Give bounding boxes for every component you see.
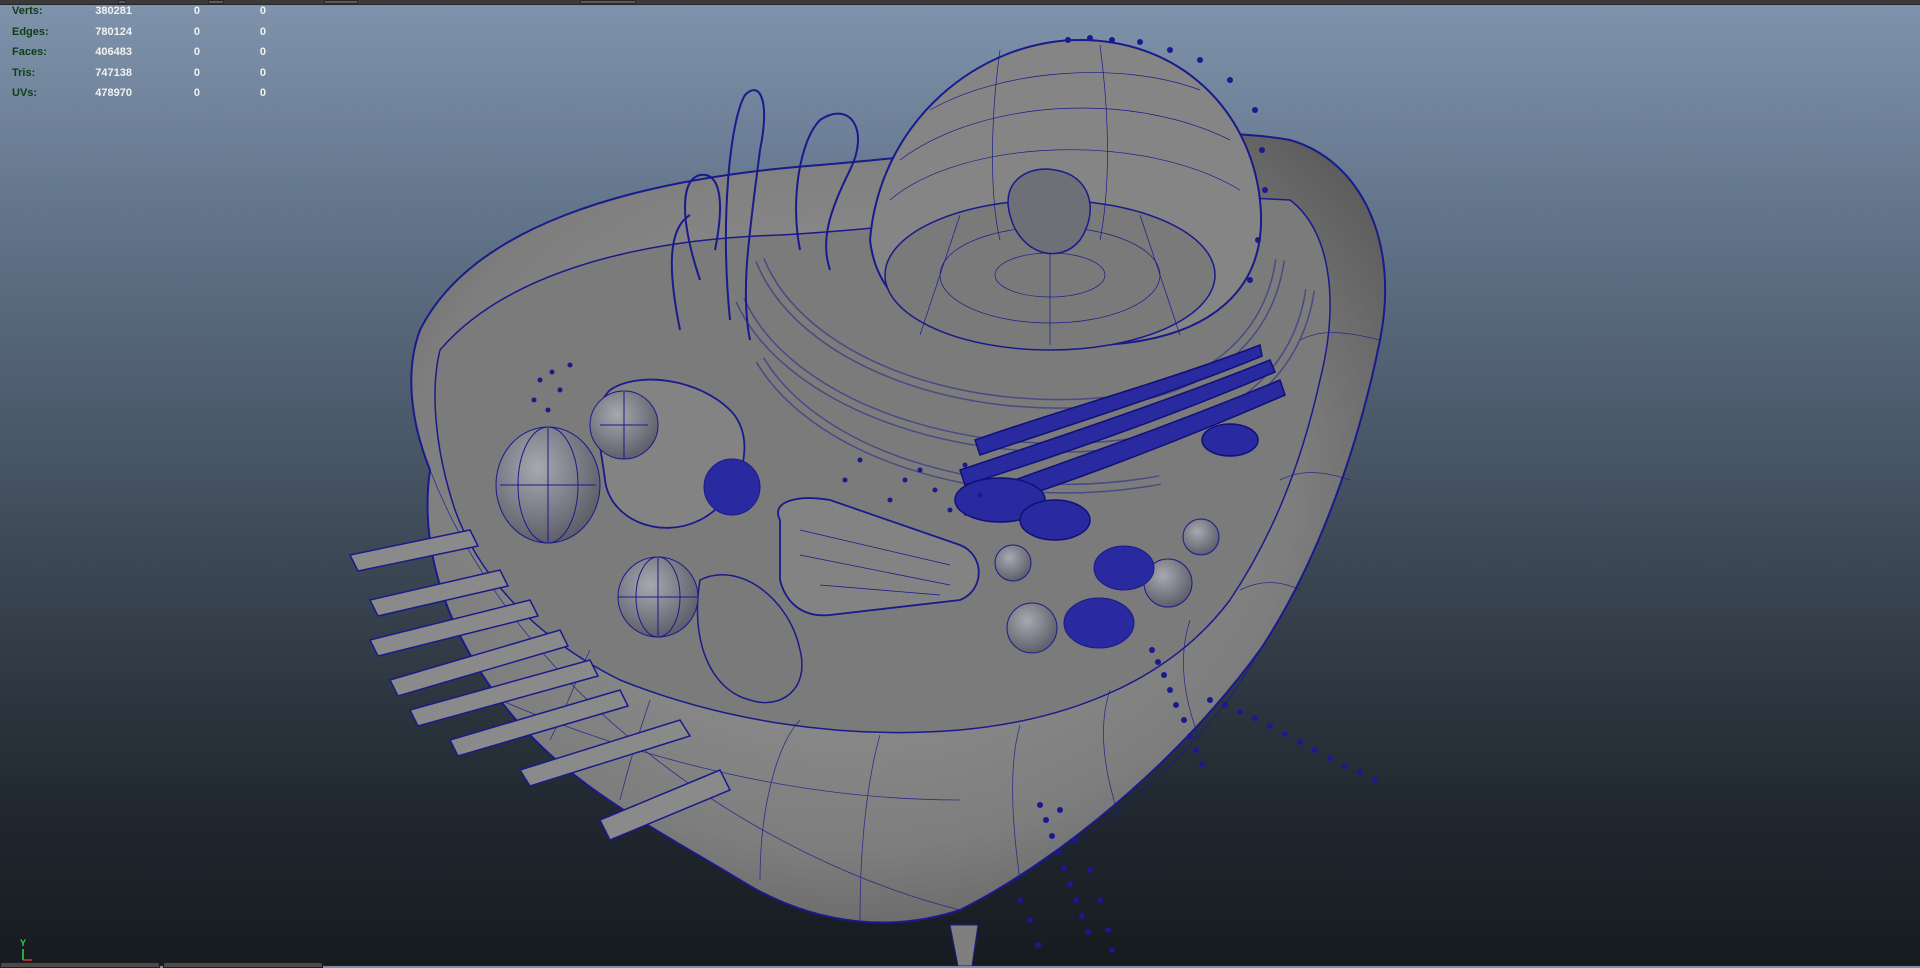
hud-value-total: 380281 (95, 5, 132, 17)
hud-value-selected: 0 (193, 5, 200, 17)
hud-value-selected: 0 (193, 46, 200, 58)
hud-row-edges: Edges: 780124 0 0 (0, 25, 280, 46)
3d-viewport[interactable] (0, 0, 1920, 966)
hud-value-extra: 0 (259, 25, 266, 38)
hud-label: Tris: (12, 66, 36, 79)
hud-label: Verts: (12, 5, 43, 17)
hud-row-verts: Verts: 380281 0 0 (0, 4, 280, 25)
axis-gizmo-icon: Y (20, 938, 32, 961)
hud-value-total: 780124 (95, 25, 132, 38)
hud-row-tris: Tris: 747138 0 0 (0, 66, 280, 87)
cell-stalk (949, 924, 979, 966)
hud-value-selected: 0 (193, 66, 200, 79)
timeline-tab[interactable] (163, 962, 323, 968)
poly-count-hud: Verts: 380281 0 0 Edges: 780124 0 0 Face… (0, 4, 280, 107)
hud-value-extra: 0 (259, 46, 266, 58)
hud-label: Edges: (12, 25, 49, 38)
axis-y-label: Y (20, 938, 26, 948)
hud-value-extra: 0 (259, 87, 266, 99)
hud-value-selected: 0 (193, 25, 200, 38)
timeline-tab[interactable] (0, 962, 160, 968)
hud-label: Faces: (12, 46, 47, 58)
hud-row-faces: Faces: 406483 0 0 (0, 45, 280, 66)
hud-value-extra: 0 (259, 5, 266, 17)
nucleus[interactable] (868, 38, 1263, 351)
hud-value-total: 478970 (95, 87, 132, 99)
hud-value-selected: 0 (193, 87, 200, 99)
hud-value-total: 747138 (95, 66, 132, 79)
hud-value-total: 406483 (95, 46, 132, 58)
hud-value-extra: 0 (259, 66, 266, 79)
hud-row-uvs: UVs: 478970 0 0 (0, 86, 280, 107)
hud-label: UVs: (12, 87, 38, 99)
